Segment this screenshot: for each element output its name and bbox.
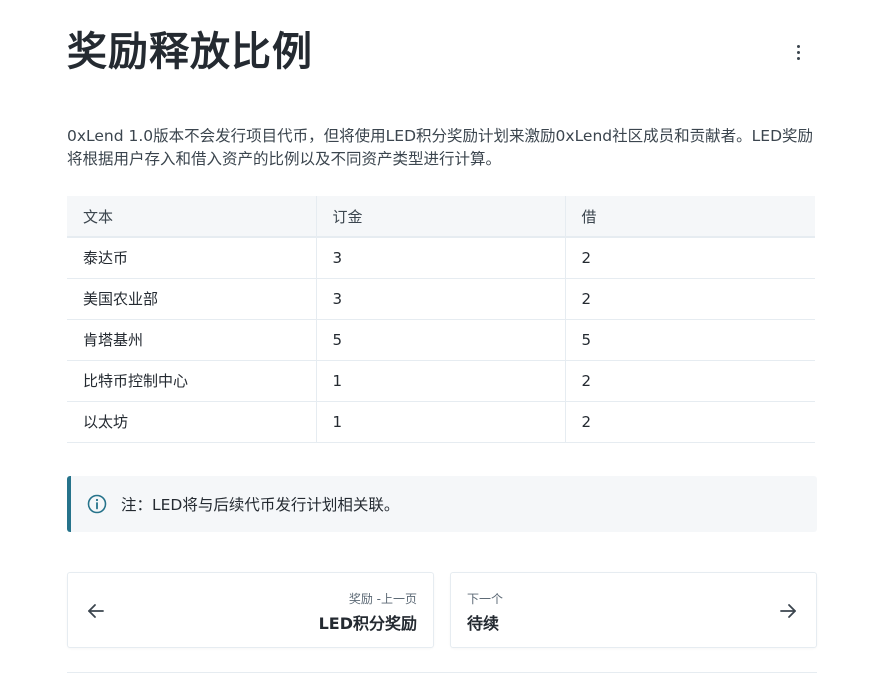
more-vertical-icon[interactable] bbox=[786, 40, 810, 64]
previous-page-link[interactable]: 奖励 -上一页 LED积分奖励 bbox=[67, 572, 434, 648]
cell-deposit: 3 bbox=[316, 278, 566, 320]
info-icon bbox=[87, 494, 107, 514]
table-row: 泰达币 3 2 bbox=[67, 237, 815, 279]
next-page-link[interactable]: 下一个 待续 bbox=[450, 572, 817, 648]
cell-borrow: 2 bbox=[565, 401, 815, 443]
arrow-left-icon bbox=[88, 604, 104, 618]
cell-borrow: 2 bbox=[565, 237, 815, 279]
arrow-right-icon bbox=[780, 604, 796, 618]
column-header-asset: 文本 bbox=[67, 196, 317, 238]
cell-deposit: 1 bbox=[316, 360, 566, 402]
cell-deposit: 5 bbox=[316, 319, 566, 361]
cell-borrow: 5 bbox=[565, 319, 815, 361]
page-root: 奖励释放比例 0xLend 1.0版本不会发行项目代币，但将使用LED积分奖励计… bbox=[0, 0, 872, 675]
cell-borrow: 2 bbox=[565, 278, 815, 320]
next-page-caption: 下一个 bbox=[467, 592, 504, 606]
reward-ratio-table: 文本 订金 借 泰达币 3 2 美国农业部 3 2 肯塔基州 5 5 比特币控制… bbox=[67, 196, 815, 443]
next-page-title: 待续 bbox=[467, 614, 500, 633]
page-title: 奖励释放比例 bbox=[67, 29, 313, 75]
cell-asset: 比特币控制中心 bbox=[67, 360, 317, 402]
previous-page-caption: 奖励 -上一页 bbox=[348, 592, 417, 606]
table-row: 美国农业部 3 2 bbox=[67, 278, 815, 320]
column-header-borrow: 借 bbox=[565, 196, 815, 238]
kebab-dot bbox=[796, 56, 800, 60]
cell-asset: 以太坊 bbox=[67, 401, 317, 443]
table-header-row: 文本 订金 借 bbox=[67, 196, 815, 238]
cell-deposit: 3 bbox=[316, 237, 566, 279]
table-row: 肯塔基州 5 5 bbox=[67, 319, 815, 361]
cell-asset: 肯塔基州 bbox=[67, 319, 317, 361]
footer-divider bbox=[67, 672, 817, 673]
kebab-dot bbox=[796, 44, 800, 48]
table-row: 以太坊 1 2 bbox=[67, 401, 815, 443]
column-header-deposit: 订金 bbox=[316, 196, 566, 238]
hint-text: 注：LED将与后续代币发行计划相关联。 bbox=[121, 496, 400, 514]
kebab-dot bbox=[796, 50, 800, 54]
cell-asset: 泰达币 bbox=[67, 237, 317, 279]
table-row: 比特币控制中心 1 2 bbox=[67, 360, 815, 402]
cell-asset: 美国农业部 bbox=[67, 278, 317, 320]
intro-paragraph: 0xLend 1.0版本不会发行项目代币，但将使用LED积分奖励计划来激励0xL… bbox=[67, 127, 814, 168]
cell-deposit: 1 bbox=[316, 401, 566, 443]
cell-borrow: 2 bbox=[565, 360, 815, 402]
hint-box: 注：LED将与后续代币发行计划相关联。 bbox=[67, 476, 817, 532]
previous-page-title: LED积分奖励 bbox=[318, 614, 417, 633]
